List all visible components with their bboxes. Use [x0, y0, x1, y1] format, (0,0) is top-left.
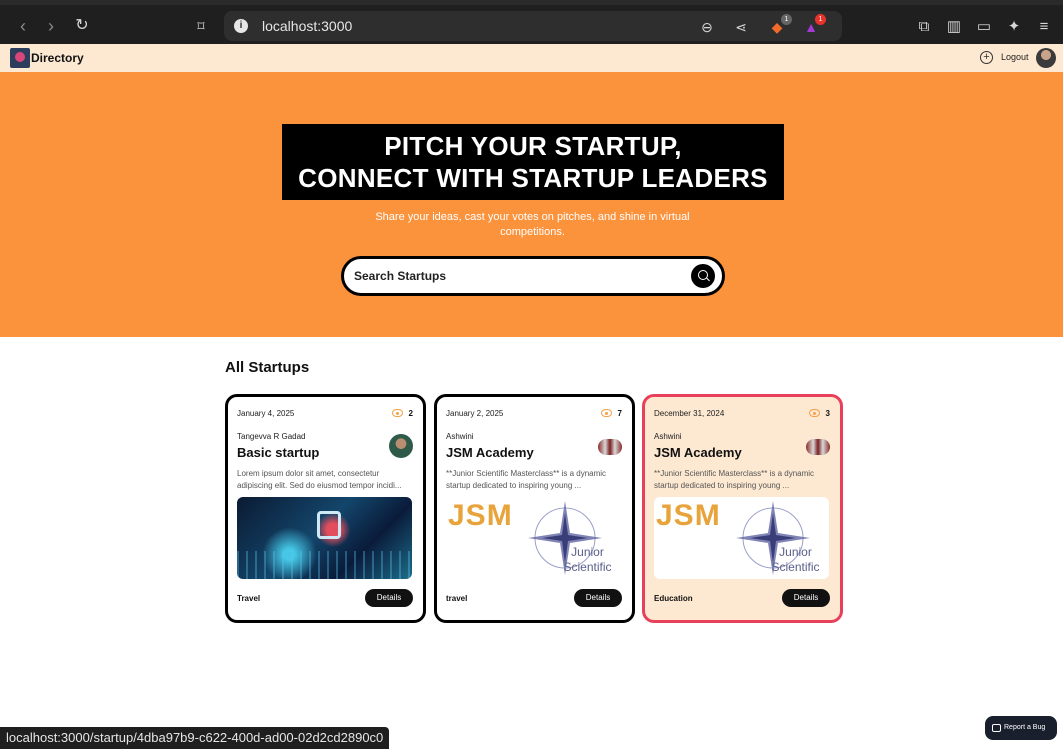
logo-icon[interactable]	[10, 48, 30, 68]
hero-title: PITCH YOUR STARTUP, CONNECT WITH STARTUP…	[282, 124, 784, 200]
card-title[interactable]: JSM Academy	[654, 445, 742, 460]
card-author[interactable]: Tangevva R Gadad	[237, 432, 306, 441]
card-views: 2	[408, 409, 413, 418]
card-category[interactable]: Education	[654, 594, 693, 603]
jsm-logo-subtitle: Junior Scientific	[563, 545, 612, 574]
jsm-logo-text: JSM	[656, 499, 721, 532]
card-image[interactable]: JSM Junior Scientific	[446, 497, 621, 579]
card-views: 7	[617, 409, 622, 418]
card-author[interactable]: Ashwini	[654, 432, 682, 441]
extensions-icon[interactable]: ⧉	[914, 17, 934, 37]
brand-name[interactable]: Directory	[31, 51, 84, 65]
app-navbar: Directory + Logout	[0, 44, 1063, 72]
card-author[interactable]: Ashwini	[446, 432, 474, 441]
card-image[interactable]	[237, 497, 412, 579]
card-views: 3	[825, 409, 830, 418]
hero-section: PITCH YOUR STARTUP, CONNECT WITH STARTUP…	[0, 72, 1063, 337]
search-form	[341, 256, 725, 296]
card-date: December 31, 2024	[654, 409, 725, 418]
card-date: January 2, 2025	[446, 409, 504, 418]
search-input[interactable]	[354, 267, 674, 285]
shields-badge: 1	[781, 14, 792, 25]
zoom-out-icon[interactable]: ⊖	[698, 18, 716, 36]
author-avatar[interactable]	[389, 434, 413, 458]
chat-icon	[992, 724, 1001, 732]
report-bug-button[interactable]: Report a Bug	[985, 716, 1057, 740]
sidebar-icon[interactable]: ▥	[944, 17, 964, 37]
startup-card[interactable]: January 4, 2025 2 Tangevva R Gadad Basic…	[225, 394, 426, 623]
hero-title-line1: PITCH YOUR STARTUP,	[384, 131, 682, 161]
bookmark-icon[interactable]: ⌑	[190, 15, 212, 37]
eye-icon	[392, 409, 403, 417]
startup-card[interactable]: January 2, 2025 7 Ashwini JSM Academy **…	[434, 394, 635, 623]
card-image[interactable]: JSM Junior Scientific	[654, 497, 829, 579]
address-text[interactable]: localhost:3000	[262, 18, 352, 34]
back-icon[interactable]: ‹	[12, 15, 34, 37]
card-category[interactable]: travel	[446, 594, 467, 603]
search-icon[interactable]	[691, 264, 715, 288]
card-date: January 4, 2025	[237, 409, 295, 418]
menu-icon[interactable]: ≡	[1034, 17, 1054, 37]
hero-subtitle: Share your ideas, cast your votes on pit…	[375, 211, 690, 238]
card-description[interactable]: **Junior Scientific Masterclass** is a d…	[446, 468, 622, 492]
forward-icon[interactable]: ›	[40, 15, 62, 37]
wallet-icon[interactable]: ▭	[974, 17, 994, 37]
site-info-icon[interactable]: i	[234, 19, 248, 33]
create-startup-icon[interactable]: +	[980, 51, 993, 64]
card-title[interactable]: Basic startup	[237, 445, 319, 460]
card-description[interactable]: Lorem ipsum dolor sit amet, consectetur …	[237, 468, 413, 492]
address-bar[interactable]: i localhost:3000 ⊖ ⋖ ◆ 1 ▲ 1	[224, 11, 842, 41]
eye-icon	[601, 409, 612, 417]
logout-button[interactable]: Logout	[1001, 52, 1029, 62]
author-avatar[interactable]	[806, 439, 830, 455]
jsm-logo-text: JSM	[448, 499, 513, 532]
user-avatar[interactable]	[1036, 48, 1056, 68]
brave-rewards-icon[interactable]: ▲ 1	[802, 14, 826, 36]
details-button[interactable]: Details	[574, 589, 622, 607]
card-description[interactable]: **Junior Scientific Masterclass** is a d…	[654, 468, 830, 492]
eye-icon	[809, 409, 820, 417]
card-title[interactable]: JSM Academy	[446, 445, 534, 460]
rewards-badge: 1	[815, 14, 826, 25]
section-title: All Startups	[225, 359, 310, 376]
details-button[interactable]: Details	[782, 589, 830, 607]
reload-icon[interactable]: ↻	[71, 15, 93, 37]
details-button[interactable]: Details	[365, 589, 413, 607]
startup-card[interactable]: December 31, 2024 3 Ashwini JSM Academy …	[642, 394, 843, 623]
card-category[interactable]: Travel	[237, 594, 260, 603]
leo-ai-icon[interactable]: ✦	[1004, 17, 1024, 37]
hero-title-line2: CONNECT WITH STARTUP LEADERS	[298, 163, 768, 193]
status-bar-link: localhost:3000/startup/4dba97b9-c622-400…	[0, 727, 390, 749]
browser-toolbar: ‹ › ↻ ⌑ i localhost:3000 ⊖ ⋖ ◆ 1 ▲ 1 ⧉ ▥…	[0, 0, 1063, 44]
share-icon[interactable]: ⋖	[732, 18, 750, 36]
author-avatar[interactable]	[598, 439, 622, 455]
jsm-logo-subtitle: Junior Scientific	[771, 545, 820, 574]
report-bug-label: Report a Bug	[1004, 724, 1046, 731]
brave-shields-icon[interactable]: ◆ 1	[768, 14, 792, 36]
